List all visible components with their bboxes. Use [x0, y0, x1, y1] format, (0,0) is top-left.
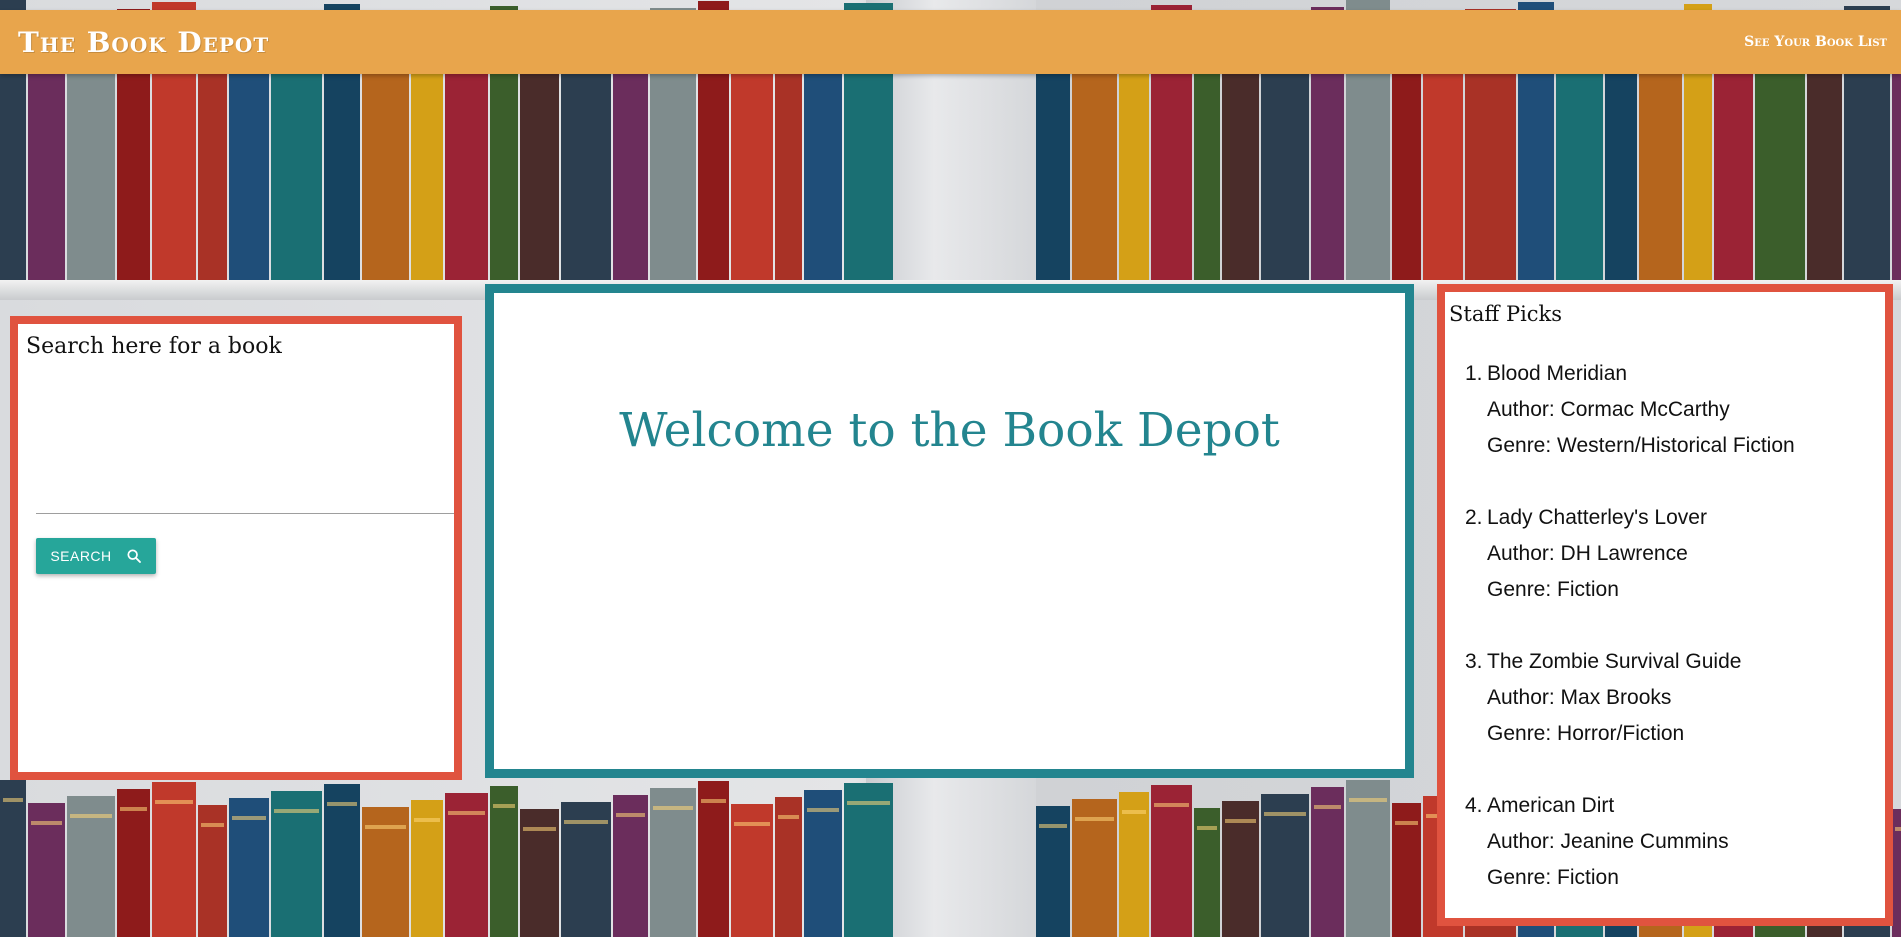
staff-picks-heading: Staff Picks — [1449, 302, 1563, 326]
book-spine-band — [734, 822, 770, 826]
list-item: 4. American Dirt Author: Jeanine Cummins … — [1465, 788, 1795, 896]
pick-number: 4. — [1465, 794, 1483, 817]
book-spine-band — [3, 798, 23, 802]
book-spine-band — [414, 818, 440, 822]
book-spine-band — [1349, 798, 1387, 802]
top-navbar: The Book Depot See Your Book List — [0, 10, 1901, 74]
book-spine-band — [701, 799, 726, 803]
pick-author: Author: DH Lawrence — [1487, 542, 1688, 565]
list-item: 1. Blood Meridian Author: Cormac McCarthy… — [1465, 356, 1795, 464]
pick-genre: Genre: Fiction — [1487, 578, 1619, 601]
book-spine-band — [1039, 824, 1067, 828]
search-panel: Search here for a book SEARCH — [10, 316, 462, 780]
book-spine-band — [120, 807, 147, 811]
welcome-heading: Welcome to the Book Depot — [619, 403, 1280, 458]
pick-title: Lady Chatterley's Lover — [1487, 506, 1707, 529]
book-spine-band — [1264, 812, 1306, 816]
book-spine — [1311, 787, 1344, 937]
pick-author: Author: Cormac McCarthy — [1487, 398, 1730, 421]
book-spine-band — [232, 816, 266, 820]
book-spine-band — [1895, 827, 1901, 831]
search-button[interactable]: SEARCH — [36, 538, 156, 574]
list-item: 3. The Zombie Survival Guide Author: Max … — [1465, 644, 1795, 752]
pick-number: 1. — [1465, 362, 1483, 385]
book-spine — [804, 790, 842, 937]
pick-genre: Genre: Fiction — [1487, 866, 1619, 889]
welcome-panel: Welcome to the Book Depot — [485, 284, 1414, 778]
brand-logo[interactable]: The Book Depot — [18, 26, 269, 59]
book-spine-band — [274, 809, 319, 813]
book-spine-band — [1075, 817, 1114, 821]
staff-picks-list: 1. Blood Meridian Author: Cormac McCarthy… — [1465, 356, 1795, 932]
book-spine — [117, 789, 150, 937]
book-spine — [1346, 780, 1390, 937]
book-spine-band — [778, 815, 799, 819]
book-spine-band — [616, 813, 645, 817]
book-spine — [152, 782, 196, 937]
search-button-label: SEARCH — [50, 548, 112, 564]
book-spine — [0, 780, 26, 937]
book-spine-band — [807, 808, 839, 812]
book-spine — [324, 784, 360, 937]
book-spine-band — [448, 811, 485, 815]
book-spine — [698, 781, 729, 937]
book-spine-band — [1122, 810, 1146, 814]
book-spine — [650, 788, 696, 937]
staff-picks-panel: Staff Picks 1. Blood Meridian Author: Cor… — [1437, 284, 1893, 926]
book-spine-band — [493, 804, 515, 808]
search-input[interactable] — [36, 474, 454, 514]
book-spine-band — [564, 820, 608, 824]
pick-genre: Genre: Western/Historical Fiction — [1487, 434, 1795, 457]
pick-number: 3. — [1465, 650, 1483, 673]
book-spine-band — [1395, 821, 1418, 825]
pick-author: Author: Max Brooks — [1487, 686, 1672, 709]
pick-author: Author: Jeanine Cummins — [1487, 830, 1729, 853]
book-spine — [1151, 785, 1192, 937]
book-spine-band — [31, 821, 62, 825]
book-spine-band — [1225, 819, 1256, 823]
book-spine-band — [201, 823, 224, 827]
book-spine-band — [847, 801, 890, 805]
search-heading: Search here for a book — [26, 334, 282, 359]
book-spine-band — [653, 806, 693, 810]
pick-title: The Zombie Survival Guide — [1487, 650, 1742, 673]
pick-title: American Dirt — [1487, 794, 1615, 817]
list-item: 2. Lady Chatterley's Lover Author: DH Law… — [1465, 500, 1795, 608]
search-icon — [127, 549, 141, 563]
book-spine-band — [523, 827, 556, 831]
book-spine-band — [155, 800, 193, 804]
book-spine — [844, 783, 893, 937]
book-spine-band — [1314, 805, 1341, 809]
book-spine-band — [365, 825, 406, 829]
book-spine-band — [1197, 826, 1217, 830]
book-spine-band — [1154, 803, 1189, 807]
book-spine — [490, 786, 518, 937]
pick-title: Blood Meridian — [1487, 362, 1628, 385]
pick-genre: Genre: Horror/Fiction — [1487, 722, 1685, 745]
book-spine-band — [327, 802, 357, 806]
pick-number: 2. — [1465, 506, 1483, 529]
book-spine-band — [70, 814, 112, 818]
book-list-link[interactable]: See Your Book List — [1744, 34, 1887, 50]
